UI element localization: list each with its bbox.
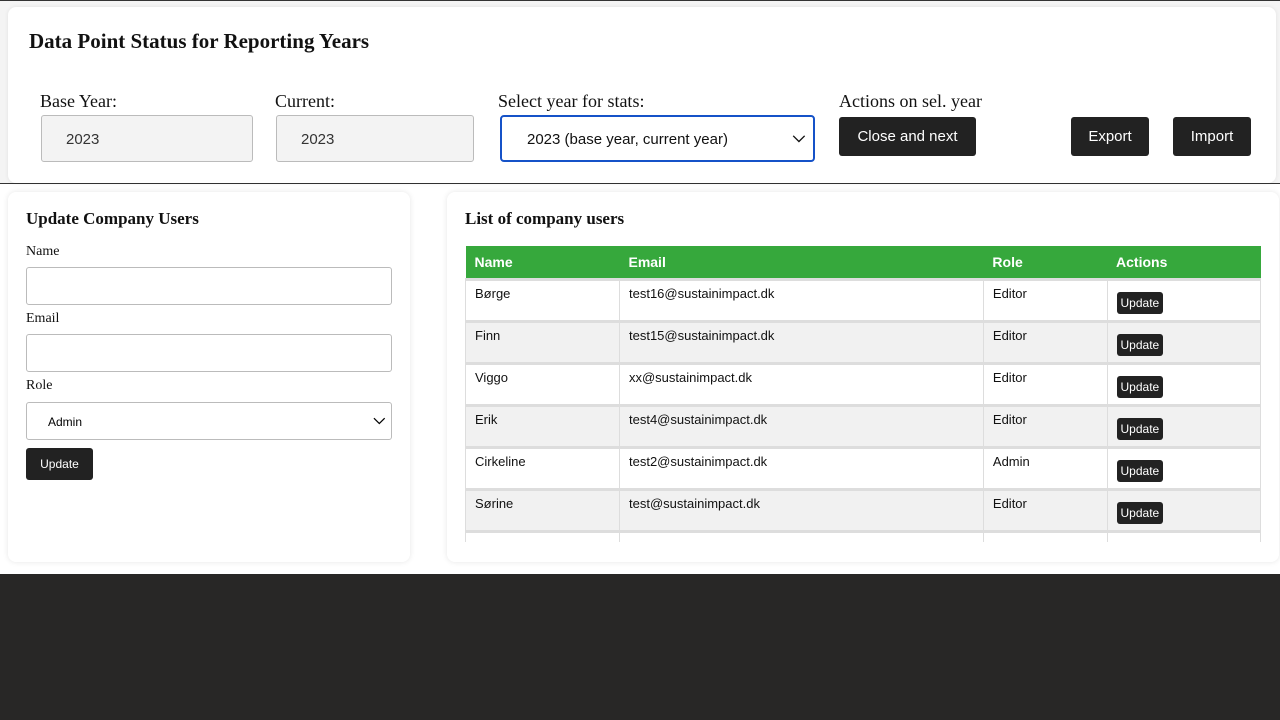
role-value: Admin — [48, 415, 83, 429]
email-label: Email — [26, 311, 60, 326]
current-year-field[interactable]: 2023 — [276, 115, 474, 162]
row-update-button[interactable]: Update — [1116, 291, 1164, 314]
update-users-card: Update Company Users Name Email Role Adm… — [8, 192, 410, 562]
user-name: Cirkeline — [465, 445, 620, 490]
table-row: Børge test16@sustainimpact.dk Editor Update — [465, 277, 1261, 322]
row-update-button[interactable]: Update — [1116, 501, 1164, 524]
select-year-value: 2023 (base year, current year) — [527, 131, 728, 148]
table-row: Cirkeline test2@sustainimpact.dk Admin Upda… — [465, 445, 1261, 490]
user-email: test@sustainimpact.dk — [618, 487, 984, 532]
user-name: Børge — [465, 277, 620, 322]
reporting-years-card: Data Point Status for Reporting Years Ba… — [8, 7, 1276, 183]
user-email: test2@sustainimpact.dk — [618, 445, 984, 490]
table-row: Sørine test@sustainimpact.dk Editor Update — [465, 487, 1261, 532]
actions-cell: Update — [1106, 403, 1261, 448]
user-list-title: List of company users — [465, 209, 625, 228]
reporting-years-panel: Data Point Status for Reporting Years Ba… — [0, 0, 1280, 184]
chevron-down-icon: ⌵ — [373, 411, 385, 428]
user-name: Finn — [465, 319, 620, 364]
name-label: Name — [26, 244, 60, 259]
base-year-label: Base Year: — [40, 91, 117, 111]
page-title: Data Point Status for Reporting Years — [29, 29, 370, 53]
base-year-field[interactable]: 2023 — [41, 115, 253, 162]
row-update-button[interactable]: Update — [1116, 333, 1164, 356]
row-update-button[interactable]: Update — [1116, 459, 1164, 482]
table-row: Erik test4@sustainimpact.dk Editor Update — [465, 403, 1261, 448]
col-name: Name — [465, 246, 620, 279]
user-table: Name Email Role Actions Børge test16@sust… — [465, 246, 1261, 542]
role-label: Role — [26, 378, 53, 393]
user-name: Viggo — [465, 361, 620, 406]
actions-cell: Update — [1106, 319, 1261, 364]
user-role: Editor — [982, 319, 1108, 364]
table-row: Viggo xx@sustainimpact.dk Editor Update — [465, 361, 1261, 406]
export-button[interactable]: Export — [1071, 117, 1149, 156]
actions-cell: Update — [1106, 445, 1261, 490]
chevron-down-icon: ⌵ — [792, 129, 805, 146]
import-button[interactable]: Import — [1173, 117, 1251, 156]
row-update-button[interactable]: Update — [1116, 375, 1164, 398]
user-email: xx@sustainimpact.dk — [618, 361, 984, 406]
email-input[interactable] — [26, 334, 392, 372]
update-users-title: Update Company Users — [26, 209, 199, 228]
select-year-dropdown[interactable]: 2023 (base year, current year) ⌵ — [500, 115, 815, 162]
user-email: test15@sustainimpact.dk — [618, 319, 984, 364]
col-email: Email — [619, 246, 984, 279]
current-label: Current: — [275, 91, 335, 111]
row-update-button[interactable]: Update — [1116, 417, 1164, 440]
select-year-label: Select year for stats: — [498, 91, 645, 111]
table-row — [465, 529, 1261, 542]
user-table-scroll[interactable]: Name Email Role Actions Børge test16@sust… — [465, 246, 1261, 542]
user-role: Editor — [982, 361, 1108, 406]
actions-label: Actions on sel. year — [839, 91, 982, 111]
table-row: Finn test15@sustainimpact.dk Editor Update — [465, 319, 1261, 364]
col-role: Role — [983, 246, 1108, 279]
actions-cell: Update — [1106, 361, 1261, 406]
user-name: Sørine — [465, 487, 620, 532]
actions-cell: Update — [1106, 487, 1261, 532]
update-user-button[interactable]: Update — [26, 448, 93, 480]
user-role: Editor — [982, 403, 1108, 448]
user-email: test16@sustainimpact.dk — [618, 277, 984, 322]
role-select[interactable]: Admin ⌵ — [26, 402, 392, 440]
background-area — [0, 574, 1280, 720]
user-role: Editor — [982, 277, 1108, 322]
user-list-card: List of company users Name Email Role Ac… — [447, 192, 1279, 562]
col-actions: Actions — [1107, 246, 1261, 279]
user-email: test4@sustainimpact.dk — [618, 403, 984, 448]
user-role: Editor — [982, 487, 1108, 532]
close-and-next-button[interactable]: Close and next — [839, 117, 976, 156]
name-input[interactable] — [26, 267, 392, 305]
actions-cell: Update — [1106, 277, 1261, 322]
user-name: Erik — [465, 403, 620, 448]
user-role: Admin — [982, 445, 1108, 490]
